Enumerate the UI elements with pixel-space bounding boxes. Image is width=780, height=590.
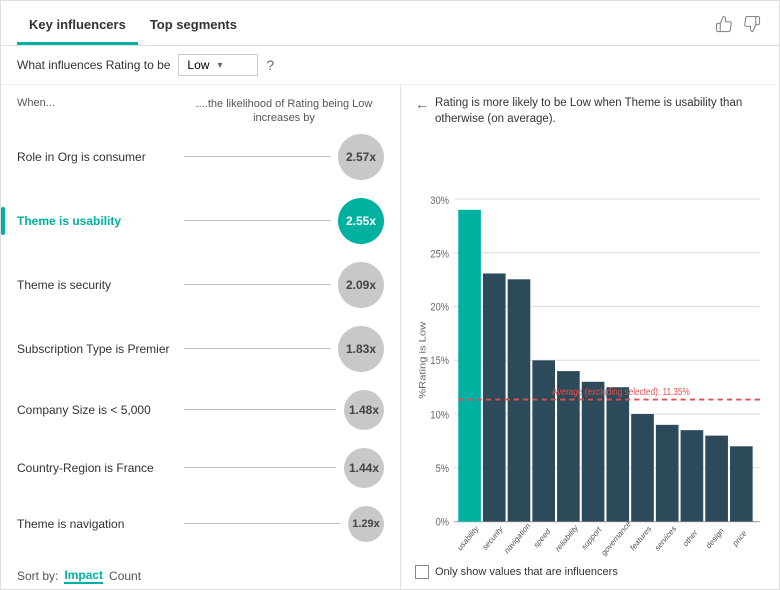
row-line-3	[184, 348, 330, 349]
tab-top-segments[interactable]: Top segments	[138, 11, 249, 45]
row-label-6: Theme is navigation	[17, 517, 184, 531]
svg-text:0%: 0%	[436, 517, 449, 529]
svg-text:features: features	[629, 524, 653, 553]
row-label-5: Country-Region is France	[17, 461, 184, 475]
row-line-4	[184, 409, 336, 410]
sort-by-count[interactable]: Count	[109, 569, 141, 583]
bar-usability[interactable]	[458, 210, 481, 522]
selected-indicator	[1, 207, 5, 235]
bar-chart: 30% 25% 20% 15% 10% 5% 0%	[415, 137, 765, 559]
svg-text:design: design	[705, 526, 726, 551]
column-likelihood: ....the likelihood of Rating being Low i…	[184, 97, 384, 126]
chart-footer: Only show values that are influencers	[415, 565, 765, 579]
bubble-2: 2.09x	[338, 262, 384, 308]
svg-text:25%: 25%	[430, 249, 449, 261]
bar-speed[interactable]	[532, 361, 555, 522]
sort-label: Sort by:	[17, 569, 58, 583]
row-label-2: Theme is security	[17, 278, 184, 292]
tab-key-influencers[interactable]: Key influencers	[17, 11, 138, 45]
bubble-6: 1.29x	[348, 506, 384, 542]
chart-area: 30% 25% 20% 15% 10% 5% 0%	[415, 137, 765, 559]
svg-text:other: other	[682, 528, 700, 549]
row-line-6	[184, 523, 340, 524]
row-label-4: Company Size is < 5,000	[17, 403, 184, 417]
right-panel: ← Rating is more likely to be Low when T…	[401, 85, 779, 589]
influencer-row-1[interactable]: Theme is usability 2.55x	[17, 198, 384, 244]
svg-text:%Rating is Low: %Rating is Low	[418, 321, 428, 399]
sort-by-impact[interactable]: Impact	[64, 568, 103, 584]
row-line-0	[184, 156, 330, 157]
svg-text:services: services	[653, 524, 677, 553]
svg-text:security: security	[481, 524, 504, 552]
help-icon[interactable]: ?	[266, 57, 274, 73]
average-label: Average (excluding selected): 11.35%	[552, 387, 690, 398]
svg-text:20%: 20%	[430, 302, 449, 314]
svg-text:5%: 5%	[436, 463, 449, 475]
only-influencers-checkbox[interactable]	[415, 565, 429, 579]
tab-group: Key influencers Top segments	[17, 11, 249, 45]
header-icons	[713, 13, 763, 43]
influencer-row-4[interactable]: Company Size is < 5,000 1.48x	[17, 390, 384, 430]
chart-footer-label: Only show values that are influencers	[435, 566, 618, 578]
bar-features[interactable]	[631, 414, 654, 522]
bar-design[interactable]	[705, 436, 728, 522]
row-line-2	[184, 284, 330, 285]
bar-governance[interactable]	[606, 387, 629, 521]
filter-value: Low	[187, 58, 209, 72]
left-panel: When... ....the likelihood of Rating bei…	[1, 85, 401, 589]
svg-text:reliability: reliability	[554, 523, 580, 554]
svg-text:support: support	[580, 524, 603, 552]
bubble-3: 1.83x	[338, 326, 384, 372]
bar-security[interactable]	[483, 274, 506, 522]
influencer-row-0[interactable]: Role in Org is consumer 2.57x	[17, 134, 384, 180]
row-label-1: Theme is usability	[17, 214, 184, 228]
bubble-1: 2.55x	[338, 198, 384, 244]
bar-services[interactable]	[656, 425, 679, 522]
row-line-1	[184, 220, 330, 221]
svg-text:speed: speed	[532, 527, 552, 551]
row-label-0: Role in Org is consumer	[17, 150, 184, 164]
influencer-row-6[interactable]: Theme is navigation 1.29x	[17, 506, 384, 542]
row-label-3: Subscription Type is Premier	[17, 342, 184, 356]
influencer-row-5[interactable]: Country-Region is France 1.44x	[17, 448, 384, 488]
chevron-down-icon: ▾	[217, 60, 222, 71]
influencer-row-2[interactable]: Theme is security 2.09x	[17, 262, 384, 308]
svg-text:navigation: navigation	[503, 521, 532, 556]
svg-text:price: price	[731, 528, 748, 549]
column-when: When...	[17, 97, 184, 126]
filter-label: What influences Rating to be	[17, 58, 170, 72]
right-panel-title: Rating is more likely to be Low when The…	[435, 95, 765, 127]
thumbup-icon[interactable]	[713, 13, 735, 35]
svg-text:governance: governance	[600, 519, 633, 558]
bar-price[interactable]	[730, 446, 753, 521]
bar-support[interactable]	[582, 382, 605, 522]
filter-dropdown[interactable]: Low ▾	[178, 54, 258, 76]
thumbdown-icon[interactable]	[741, 13, 763, 35]
svg-text:usability: usability	[456, 524, 480, 553]
svg-text:30%: 30%	[430, 195, 449, 207]
influencer-row-3[interactable]: Subscription Type is Premier 1.83x	[17, 326, 384, 372]
column-headers: When... ....the likelihood of Rating bei…	[17, 93, 384, 134]
row-line-5	[184, 467, 336, 468]
sort-bar: Sort by: Impact Count	[17, 560, 384, 584]
bubble-5: 1.44x	[344, 448, 384, 488]
right-panel-header: ← Rating is more likely to be Low when T…	[415, 95, 765, 127]
svg-text:10%: 10%	[430, 410, 449, 422]
svg-text:15%: 15%	[430, 356, 449, 368]
bubble-4: 1.48x	[344, 390, 384, 430]
back-arrow-icon[interactable]: ←	[415, 96, 429, 112]
bar-other[interactable]	[681, 430, 704, 521]
bubble-0: 2.57x	[338, 134, 384, 180]
filter-bar: What influences Rating to be Low ▾ ?	[1, 46, 779, 85]
